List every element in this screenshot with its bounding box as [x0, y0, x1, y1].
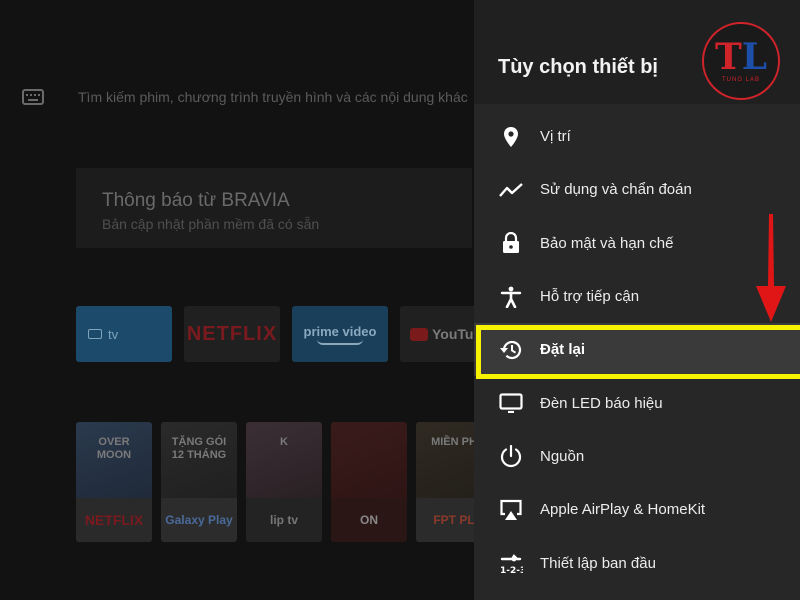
- led-screen-icon: [498, 390, 524, 416]
- menu-item-label: Đèn LED báo hiệu: [540, 394, 663, 412]
- setup-tools-icon: 1-2-3: [498, 550, 524, 576]
- menu-item-label: Thiết lập ban đầu: [540, 554, 656, 572]
- menu-item-label: Vị trí: [540, 128, 571, 146]
- content-poster[interactable]: K lip tv: [246, 422, 322, 542]
- panel-header: Tùy chọn thiết bị TL TUNG LAB: [474, 0, 800, 104]
- menu-item-airplay[interactable]: Apple AirPlay & HomeKit: [474, 483, 800, 536]
- menu-item-label: Đặt lại: [540, 341, 586, 359]
- poster-title: TẶNG GÓI 12 THÁNG: [171, 436, 227, 462]
- notification-title: Thông báo từ BRAVIA: [102, 190, 290, 211]
- menu-item-security[interactable]: Bảo mật và hạn chế: [474, 217, 800, 270]
- logo-subtext: TUNG LAB: [721, 77, 760, 83]
- notification-subtitle: Bản cập nhật phần mềm đã có sẵn: [102, 216, 320, 232]
- svg-text:1-2-3: 1-2-3: [500, 566, 523, 575]
- prime-smile-icon: [317, 339, 363, 345]
- app-tile-prime-video[interactable]: prime video: [292, 306, 388, 362]
- app-tile-label: prime video: [303, 323, 377, 339]
- poster-provider: Galaxy Play: [161, 498, 237, 542]
- poster-title: K: [280, 436, 288, 448]
- app-tile-label: NETFLIX: [186, 322, 278, 345]
- poster-provider: lip tv: [246, 498, 322, 542]
- logo-letter-t: T: [714, 36, 742, 78]
- lock-icon: [498, 230, 524, 256]
- accessibility-icon: [498, 284, 524, 310]
- location-pin-icon: [498, 124, 524, 150]
- app-tile-tv[interactable]: tv: [76, 306, 172, 362]
- menu-item-initial-setup[interactable]: 1-2-3 Thiết lập ban đầu: [474, 536, 800, 589]
- menu-item-led[interactable]: Đèn LED báo hiệu: [474, 376, 800, 429]
- menu-item-accessibility[interactable]: Hỗ trợ tiếp cận: [474, 270, 800, 323]
- power-icon: [498, 443, 524, 469]
- app-tile-netflix[interactable]: NETFLIX: [184, 306, 280, 362]
- settings-menu: Vị trí Sử dụng và chẩn đoán Bảo mật và h…: [474, 110, 800, 590]
- menu-item-label: Sử dụng và chẩn đoán: [540, 181, 692, 199]
- search-bar[interactable]: Tìm kiếm phim, chương trình truyền hình …: [22, 84, 482, 110]
- content-row: OVER MOON NETFLIX TẶNG GÓI 12 THÁNG Gala…: [76, 422, 492, 542]
- airplay-icon: [498, 497, 524, 523]
- menu-item-label: Hỗ trợ tiếp cận: [540, 288, 640, 306]
- menu-item-usage-diagnostics[interactable]: Sử dụng và chẩn đoán: [474, 163, 800, 216]
- tung-lab-logo: TL TUNG LAB: [702, 22, 780, 100]
- content-poster[interactable]: TẶNG GÓI 12 THÁNG Galaxy Play: [161, 422, 237, 542]
- notification-card[interactable]: Thông báo từ BRAVIA Bản cập nhật phần mề…: [76, 168, 472, 248]
- youtube-play-icon: [410, 327, 428, 341]
- app-tile-label: tv: [108, 326, 119, 342]
- history-reset-icon: [498, 337, 524, 363]
- poster-provider: ON: [331, 498, 407, 542]
- content-poster[interactable]: ON: [331, 422, 407, 542]
- menu-item-label: Bảo mật và hạn chế: [540, 234, 674, 252]
- panel-title: Tùy chọn thiết bị: [498, 56, 658, 78]
- menu-item-reset[interactable]: Đặt lại: [474, 323, 800, 377]
- poster-title: OVER MOON: [96, 436, 132, 462]
- poster-provider: NETFLIX: [76, 498, 152, 542]
- tv-icon: [88, 329, 102, 339]
- menu-item-location[interactable]: Vị trí: [474, 110, 800, 163]
- red-arrow-down-icon: [756, 214, 786, 322]
- search-placeholder: Tìm kiếm phim, chương trình truyền hình …: [78, 89, 468, 105]
- menu-item-power[interactable]: Nguồn: [474, 430, 800, 483]
- content-poster[interactable]: OVER MOON NETFLIX: [76, 422, 152, 542]
- menu-item-label: Nguồn: [540, 447, 585, 465]
- logo-letter-l: L: [741, 36, 768, 78]
- menu-item-label: Apple AirPlay & HomeKit: [540, 501, 706, 519]
- keyboard-icon[interactable]: [22, 89, 44, 105]
- device-options-panel: Tùy chọn thiết bị TL TUNG LAB Vị trí Sử …: [474, 0, 800, 600]
- trend-line-icon: [498, 177, 524, 203]
- apps-row: tv NETFLIX prime video YouTube: [76, 306, 496, 362]
